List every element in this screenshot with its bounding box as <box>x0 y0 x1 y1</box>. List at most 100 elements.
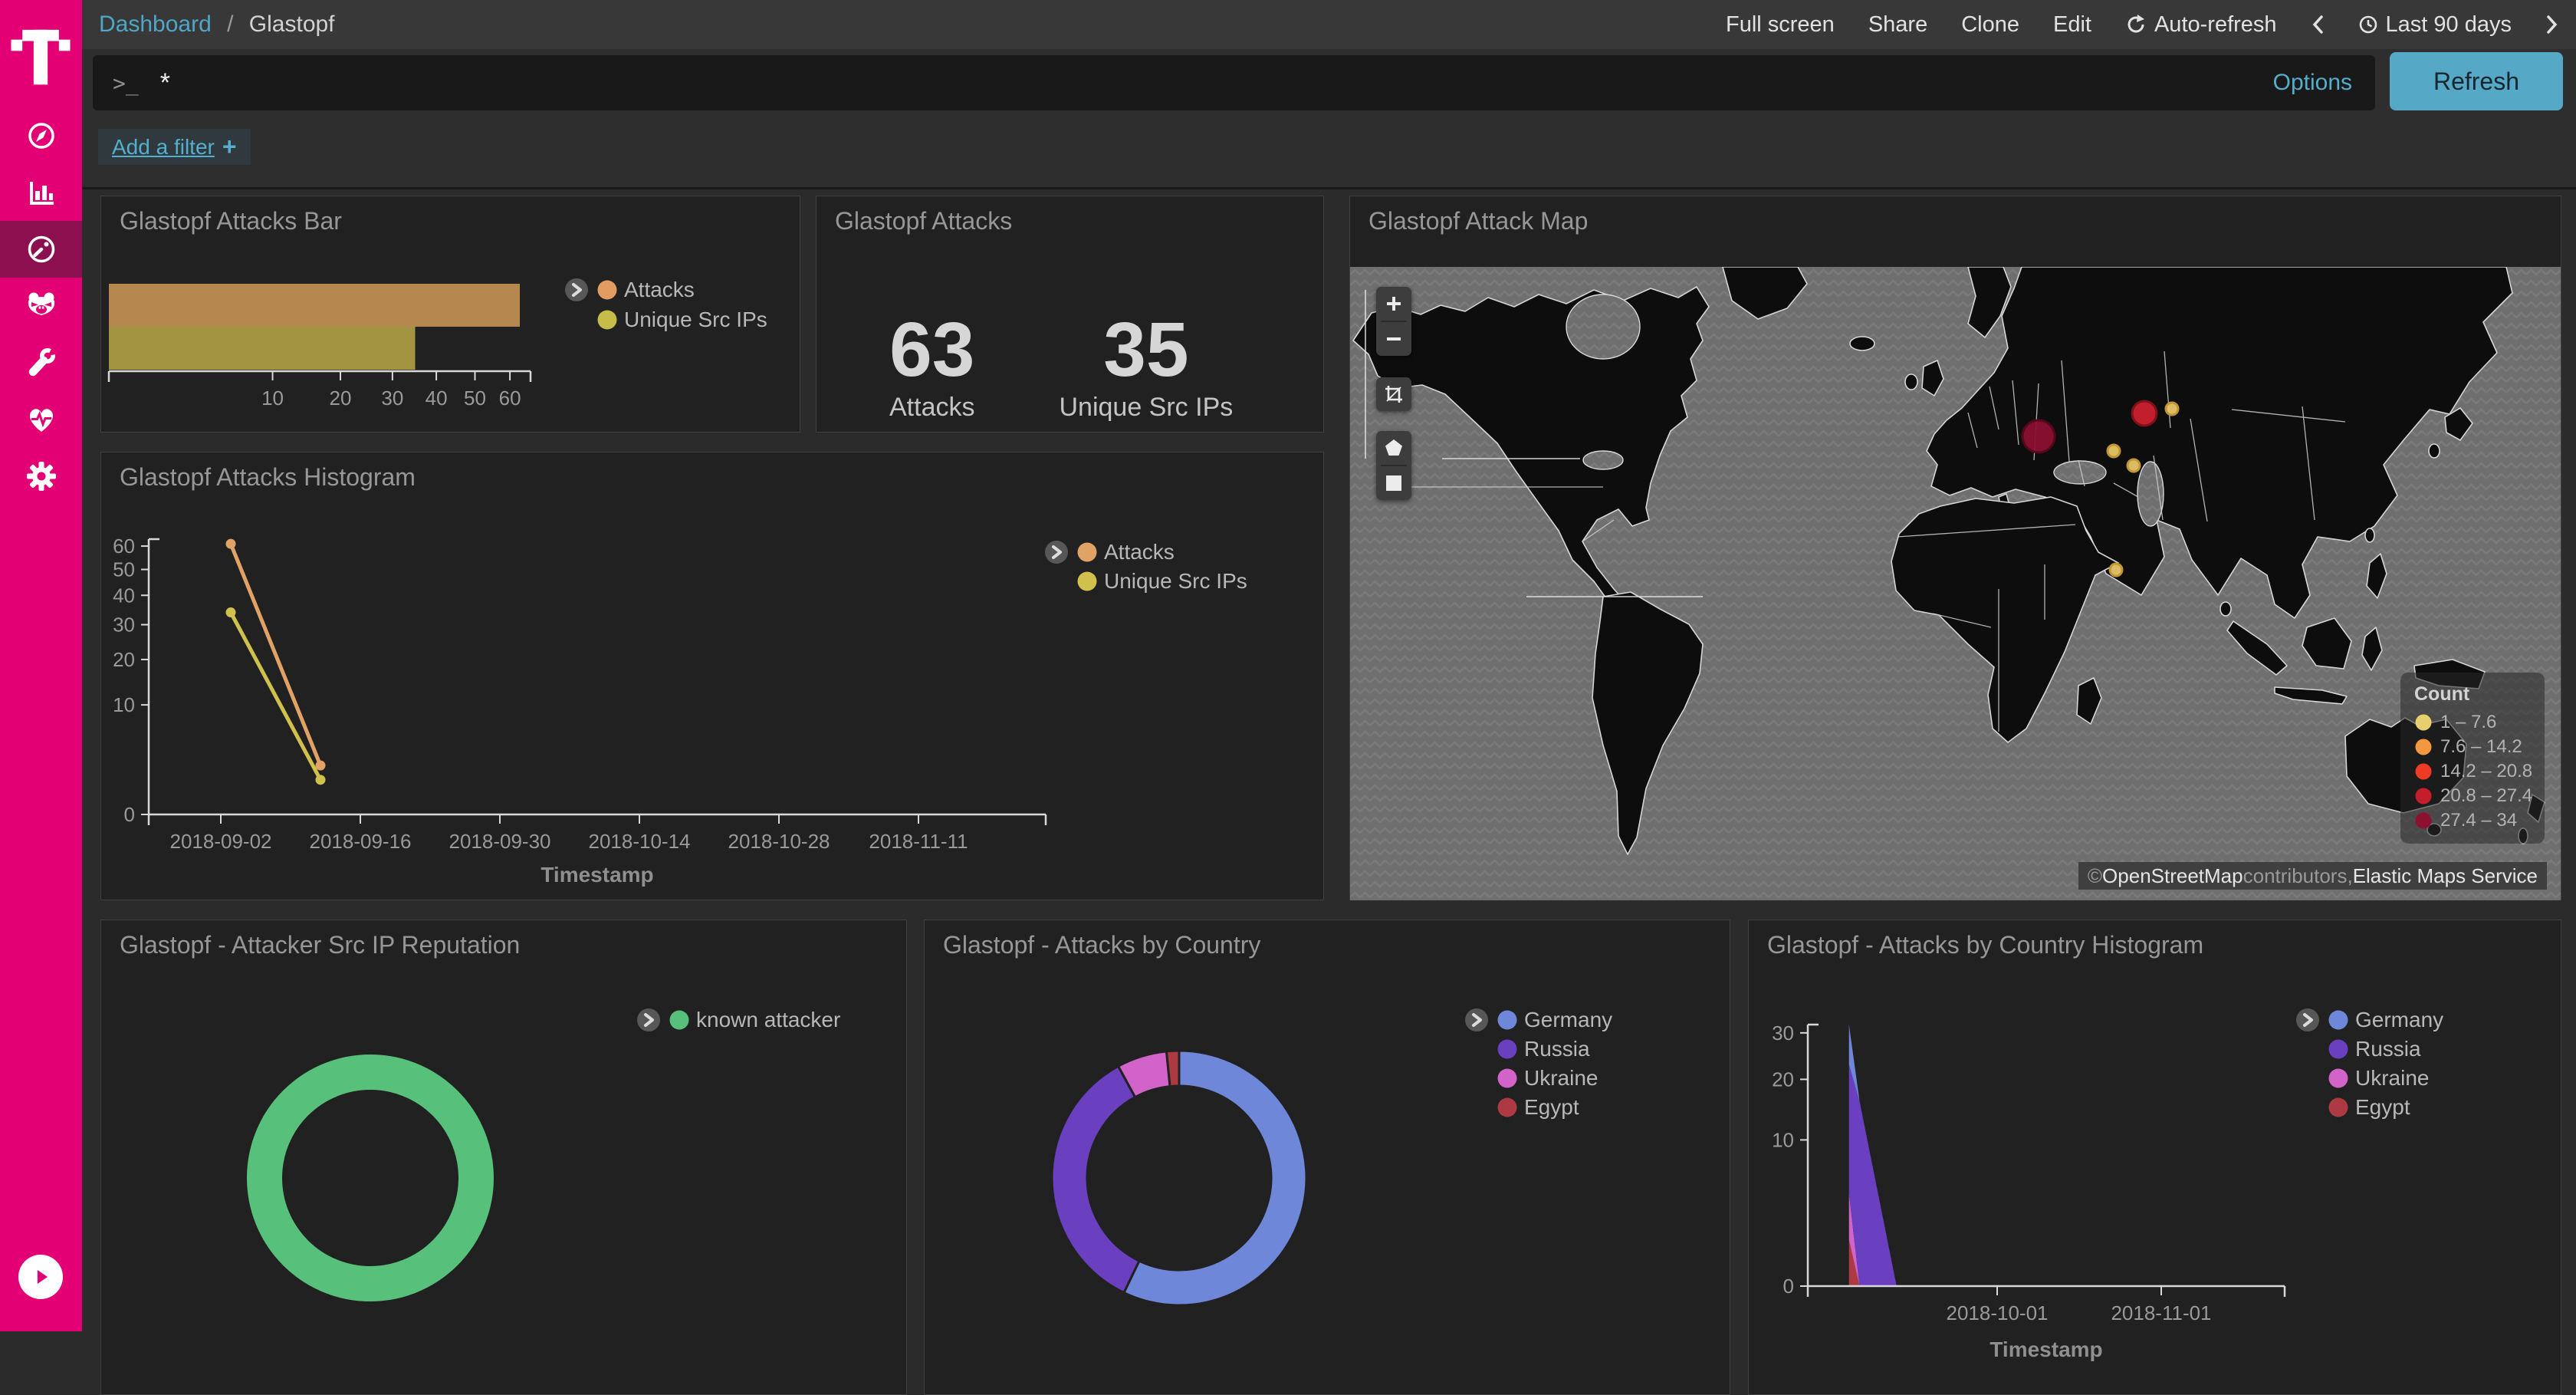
sidebar-expand-button[interactable] <box>18 1255 63 1299</box>
breadcrumb-dashboard-link[interactable]: Dashboard <box>99 12 212 37</box>
svg-text:20: 20 <box>113 648 135 671</box>
clone-button[interactable]: Clone <box>1961 12 2019 38</box>
svg-text:2018-10-28: 2018-10-28 <box>728 830 830 853</box>
refresh-button[interactable]: Refresh <box>2390 52 2563 110</box>
svg-text:10: 10 <box>113 693 135 716</box>
svg-text:known attacker: known attacker <box>696 1008 840 1031</box>
svg-text:2018-11-11: 2018-11-11 <box>869 830 968 853</box>
legend-item[interactable]: 7.6 – 14.2 <box>2414 735 2545 759</box>
svg-text:Timestamp: Timestamp <box>1990 1337 2102 1361</box>
bear-icon <box>25 289 58 323</box>
legend-item[interactable]: 14.2 – 20.8 <box>2414 759 2545 784</box>
svg-text:2018-09-30: 2018-09-30 <box>449 830 551 853</box>
svg-text:Russia: Russia <box>2355 1037 2421 1061</box>
toolbar-menu: Full screen Share Clone Edit Auto-refres… <box>1726 12 2576 38</box>
minus-icon <box>1385 330 1403 348</box>
sidebar-item-monitoring[interactable] <box>0 391 82 448</box>
draw-polygon-button[interactable] <box>1376 431 1411 465</box>
legend-dot <box>1078 572 1097 591</box>
query-filter-strip: >_ * Options Refresh Add a filter + <box>82 49 2576 189</box>
legend-dot <box>2329 1098 2348 1117</box>
svg-text:Egypt: Egypt <box>2355 1095 2410 1119</box>
legend-item[interactable]: 20.8 – 27.4 <box>2414 784 2545 808</box>
chart-legend[interactable]: GermanyRussiaUkraineEgypt <box>2296 1008 2443 1119</box>
auto-refresh-button[interactable]: Auto-refresh <box>2125 12 2277 38</box>
time-back-button[interactable] <box>2311 14 2325 35</box>
svg-text:Russia: Russia <box>1524 1037 1590 1061</box>
legend-item[interactable]: 1 – 7.6 <box>2414 710 2545 735</box>
svg-text:10: 10 <box>1772 1128 1794 1151</box>
bar-Unique Src IPs <box>109 327 416 370</box>
attacks-bar-chart[interactable]: 102030405060AttacksUnique Src IPs <box>101 196 800 432</box>
chart-legend[interactable]: GermanyRussiaUkraineEgypt <box>1465 1008 1612 1119</box>
svg-text:40: 40 <box>113 584 135 607</box>
breadcrumb-separator: / <box>227 12 233 37</box>
sidebar-item-timelion[interactable] <box>0 278 82 334</box>
svg-text:Attacks: Attacks <box>1104 540 1175 564</box>
legend-item[interactable]: 27.4 – 34 <box>2414 808 2545 833</box>
metric-unique-src-ips: 35 Unique Src IPs <box>1059 311 1233 423</box>
attacks-by-country-area-chart[interactable]: 01020302018-10-012018-11-01TimestampGerm… <box>1749 920 2561 1394</box>
share-button[interactable]: Share <box>1868 12 1927 38</box>
legend-dot <box>670 1011 689 1030</box>
edit-button[interactable]: Edit <box>2053 12 2091 38</box>
panel-attacks-by-country: Glastopf - Attacks by Country GermanyRus… <box>924 920 1730 1395</box>
heartbeat-icon <box>25 403 58 436</box>
zoom-in-button[interactable] <box>1376 287 1411 321</box>
attacks-by-country-donut[interactable]: GermanyRussiaUkraineEgypt <box>925 920 1730 1394</box>
svg-text:2018-11-01: 2018-11-01 <box>2111 1301 2211 1324</box>
sidebar-item-dev-tools[interactable] <box>0 334 82 391</box>
slice-Russia[interactable] <box>1052 1066 1139 1292</box>
elastic-maps-service-link[interactable]: Elastic Maps Service <box>2353 864 2538 888</box>
sidebar-item-discover[interactable] <box>0 107 82 164</box>
attacks-histogram-chart[interactable]: 01020304050602018-09-022018-09-162018-09… <box>101 452 1323 900</box>
attack-marker[interactable] <box>2110 564 2122 576</box>
sidebar-item-dashboard[interactable] <box>0 221 82 278</box>
chart-legend[interactable]: AttacksUnique Src IPs <box>565 278 767 331</box>
bar-Attacks <box>109 284 520 327</box>
draw-rectangle-button[interactable] <box>1376 466 1411 500</box>
attack-marker[interactable] <box>2022 420 2055 452</box>
world-map-canvas[interactable] <box>1350 267 2561 900</box>
svg-text:50: 50 <box>113 558 135 581</box>
panel-title: Glastopf Attack Map <box>1368 207 1588 235</box>
slice-Egypt[interactable] <box>1166 1051 1179 1087</box>
attack-marker[interactable] <box>2166 403 2178 415</box>
full-screen-button[interactable]: Full screen <box>1726 12 1835 38</box>
src-ip-reputation-donut[interactable]: known attacker <box>101 920 906 1394</box>
time-forward-button[interactable] <box>2545 14 2559 35</box>
attack-marker[interactable] <box>2108 445 2120 457</box>
legend-toggle-icon <box>2296 1008 2319 1031</box>
time-range-picker[interactable]: Last 90 days <box>2358 12 2512 38</box>
legend-dot <box>1498 1069 1517 1088</box>
fit-bounds-button[interactable] <box>1376 377 1411 411</box>
svg-text:Unique Src IPs: Unique Src IPs <box>624 308 767 331</box>
zoom-out-button[interactable] <box>1376 322 1411 356</box>
telekom-logo[interactable] <box>9 20 72 87</box>
attack-marker[interactable] <box>2128 459 2140 472</box>
legend-dot <box>1498 1011 1517 1030</box>
terminal-prompt-icon: >_ <box>113 71 139 96</box>
openstreetmap-link[interactable]: OpenStreetMap <box>2102 864 2243 888</box>
sidebar-item-management[interactable] <box>0 448 82 505</box>
legend-dot <box>2329 1069 2348 1088</box>
legend-toggle-icon <box>1045 541 1068 564</box>
chart-legend[interactable]: known attacker <box>637 1008 840 1031</box>
legend-toggle-icon <box>565 278 588 301</box>
search-input[interactable]: >_ * Options <box>93 55 2375 110</box>
plus-icon: + <box>222 133 237 161</box>
legend-title: Count <box>2414 683 2545 706</box>
sidebar <box>0 0 82 1331</box>
options-link[interactable]: Options <box>2273 70 2352 96</box>
svg-text:Ukraine: Ukraine <box>1524 1066 1598 1090</box>
world-map[interactable]: Count 1 – 7.6 7.6 – 14.2 14.2 – 20.8 20.… <box>1350 267 2561 900</box>
legend-toggle-icon <box>637 1008 660 1031</box>
panel-attacks-by-country-histogram: Glastopf - Attacks by Country Histogram … <box>1748 920 2561 1395</box>
svg-text:0: 0 <box>124 803 135 826</box>
attack-marker[interactable] <box>2132 401 2157 426</box>
add-filter-button[interactable]: Add a filter + <box>98 129 251 165</box>
breadcrumb-current: Glastopf <box>249 12 335 37</box>
svg-text:Egypt: Egypt <box>1524 1095 1579 1119</box>
sidebar-item-visualize[interactable] <box>0 164 82 221</box>
chart-legend[interactable]: AttacksUnique Src IPs <box>1045 540 1247 593</box>
